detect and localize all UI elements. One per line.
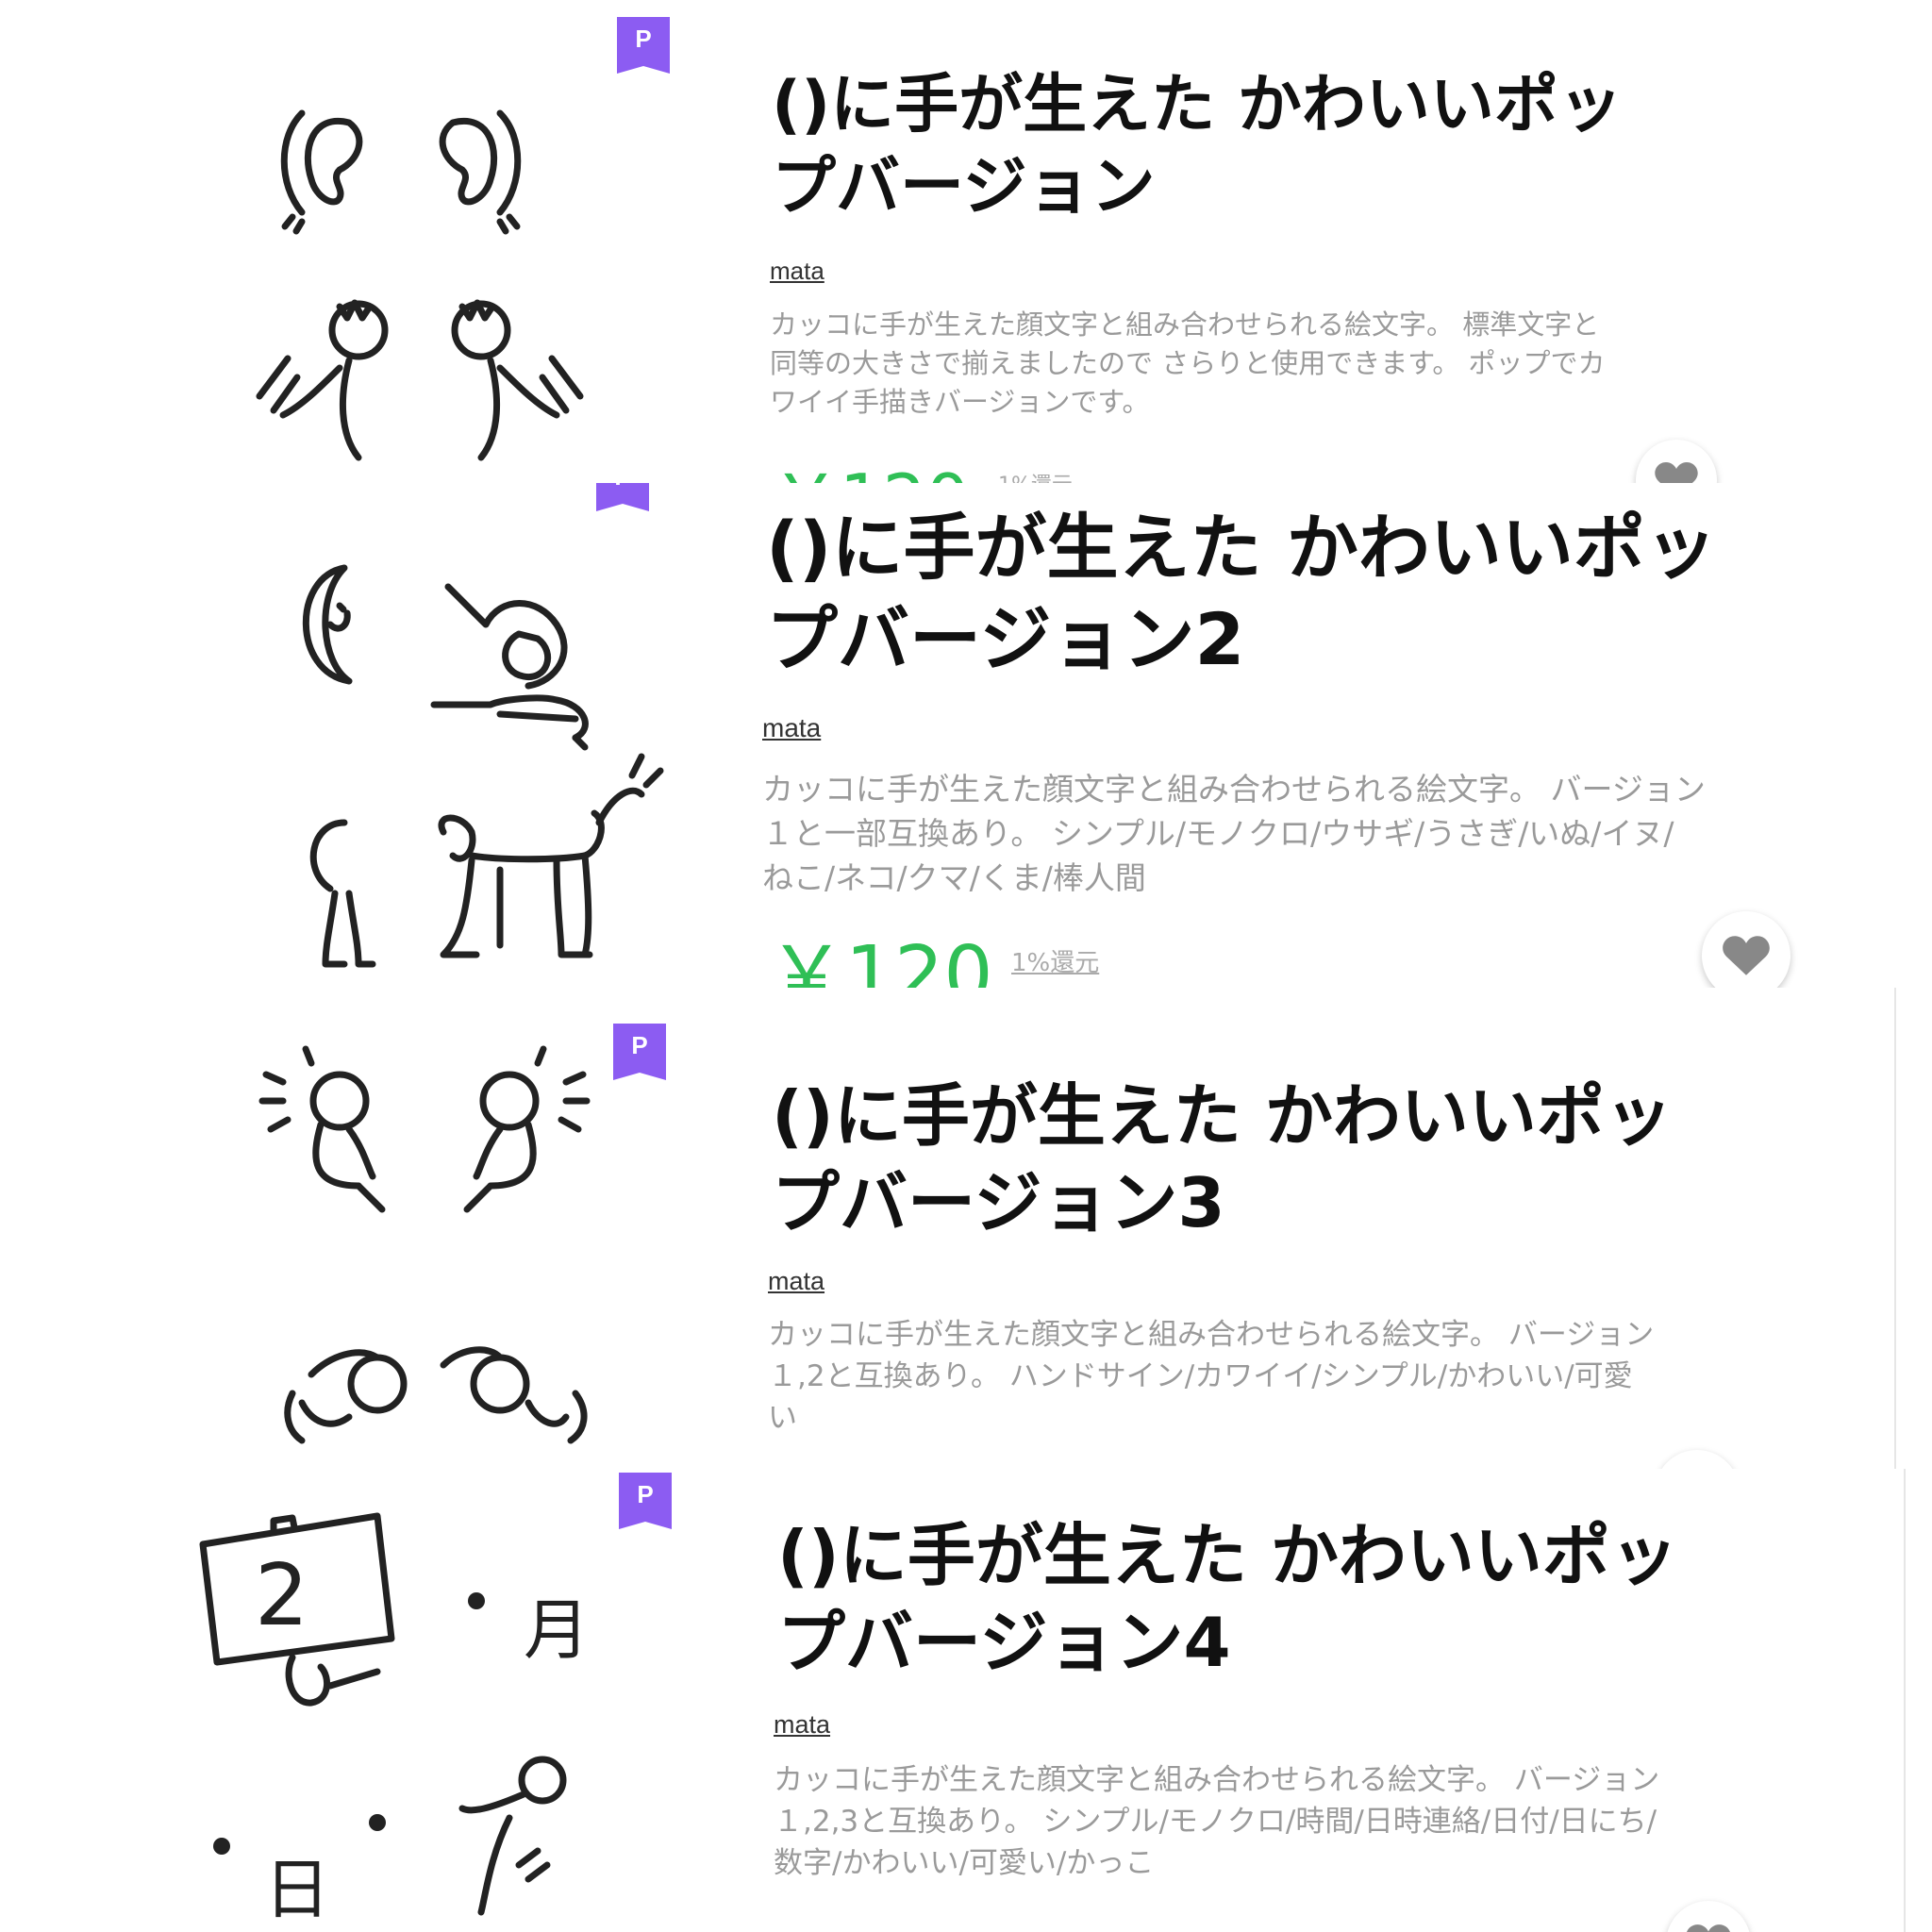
title-line: ()に手が生えた かわいいポッ xyxy=(772,68,1623,142)
divider-line xyxy=(1894,988,1896,1469)
moon-face-icon xyxy=(302,564,353,685)
title-line: ()に手が生えた かわいいポッ xyxy=(772,1076,1673,1156)
sticker-preview xyxy=(255,1044,632,1469)
tumbling-figure-icon xyxy=(284,1349,408,1444)
title-line: プバージョン2 xyxy=(766,597,1245,682)
description-line: カッコに手が生えた顔文字と組み合わせられる絵文字。 バージョン xyxy=(774,1763,1660,1797)
favorite-button[interactable] xyxy=(1666,1901,1751,1932)
list-item[interactable]: 2 月 日 P ()に手が生えた かわいいポッ プバージョン4 mata カッコ… xyxy=(0,1469,1932,1932)
list-item[interactable]: P ()に手が生えた かわいいポッ プバージョン3 mata カッコに手が生えた… xyxy=(0,988,1932,1469)
item-description: カッコに手が生えた顔文字と組み合わせられる絵文字。 バージョン １と一部互換あり… xyxy=(762,768,1894,901)
dot xyxy=(468,1592,485,1609)
ear-icon xyxy=(439,109,522,235)
description-line: 同等の大きさで揃えましたので さらりと使用できます。 ポップでカ xyxy=(770,347,1606,380)
author-link[interactable]: mata xyxy=(768,1267,824,1296)
description-line: カッコに手が生えた顔文字と組み合わせられる絵文字。 バージョン xyxy=(768,1318,1655,1352)
heart-icon xyxy=(1655,1450,1740,1469)
price: ￥120 xyxy=(768,930,993,988)
cheering-figure-icon xyxy=(258,1045,386,1213)
item-description: カッコに手が生えた顔文字と組み合わせられる絵文字。 標準文字と 同等の大きさで揃… xyxy=(770,306,1855,423)
sticker-preview xyxy=(245,85,623,481)
title-line: プバージョン xyxy=(772,150,1156,225)
author-link[interactable]: mata xyxy=(770,257,824,286)
dot xyxy=(369,1814,386,1831)
title-line: ()に手が生えた かわいいポッ xyxy=(777,1516,1678,1595)
kicking-figure-icon xyxy=(458,1756,567,1916)
dot xyxy=(213,1838,230,1855)
item-description: カッコに手が生えた顔文字と組み合わせられる絵文字。 バージョン １,2,3と互換… xyxy=(774,1759,1896,1884)
art-label: 日 xyxy=(264,1851,330,1928)
art-label: 月 xyxy=(524,1591,590,1669)
description-line: １,2と互換あり。 ハンドサイン/カワイイ/シンプル/かわいい/可愛 xyxy=(768,1359,1633,1394)
angry-face-icon xyxy=(451,299,584,461)
divider-line xyxy=(1904,1469,1906,1932)
title-line: ()に手が生えた かわいいポッ xyxy=(766,506,1717,590)
animal-head-icon xyxy=(309,819,376,968)
cheering-figure-icon xyxy=(463,1045,591,1213)
list-item[interactable]: P ()に手が生えた かわいいポッ プバージョン mata カッコに手が生えた顔… xyxy=(0,0,1932,483)
description-line: １と一部互換あり。 シンプル/モノクロ/ウサギ/うさぎ/いぬ/イヌ/ xyxy=(762,814,1674,852)
description-line: カッコに手が生えた顔文字と組み合わせられる絵文字。 標準文字と xyxy=(770,308,1600,341)
title-line: プバージョン3 xyxy=(772,1163,1225,1243)
heart-icon xyxy=(1723,936,1770,975)
title-line: プバージョン4 xyxy=(777,1603,1231,1683)
favorite-button[interactable] xyxy=(1655,1450,1740,1469)
author-link[interactable]: mata xyxy=(774,1710,830,1740)
art-label: 2 xyxy=(255,1546,308,1645)
item-description: カッコに手が生えた顔文字と組み合わせられる絵文字。 バージョン １,2と互換あり… xyxy=(768,1314,1881,1439)
description-line: い xyxy=(768,1401,797,1436)
item-title[interactable]: ()に手が生えた かわいいポッ プバージョン2 xyxy=(766,502,1898,686)
dog-body-icon xyxy=(438,753,664,958)
description-line: 数字/かわいい/可愛い/かっこ xyxy=(774,1846,1155,1881)
item-title[interactable]: ()に手が生えた かわいいポッ プバージョン3 xyxy=(772,1073,1885,1246)
tumbling-figure-icon xyxy=(440,1346,588,1444)
premium-badge: P xyxy=(617,17,670,74)
description-line: ワイイ手描きバージョンです。 xyxy=(770,386,1150,419)
description-line: １,2,3と互換あり。 シンプル/モノクロ/時間/日時連絡/日付/日にち/ xyxy=(774,1805,1657,1840)
ear-icon xyxy=(280,109,363,235)
author-link[interactable]: mata xyxy=(762,713,821,743)
premium-badge: P xyxy=(619,1473,672,1529)
favorite-button[interactable] xyxy=(1636,440,1717,483)
premium-badge: P xyxy=(613,1024,666,1080)
price: ￥120 xyxy=(772,443,969,483)
bowing-figure-icon xyxy=(430,583,589,751)
angry-face-icon xyxy=(256,299,389,461)
list-item[interactable]: P xyxy=(0,483,1932,988)
heart-icon xyxy=(1655,462,1698,483)
sticker-preview xyxy=(274,511,670,983)
item-title[interactable]: ()に手が生えた かわいいポッ プバージョン xyxy=(772,64,1857,228)
rebate-label[interactable]: 1%還元 xyxy=(1011,943,1099,978)
description-line: カッコに手が生えた顔文字と組み合わせられる絵文字。 バージョン xyxy=(762,771,1706,808)
item-title[interactable]: ()に手が生えた かわいいポッ プバージョン4 xyxy=(777,1512,1900,1686)
heart-icon xyxy=(1687,1924,1730,1932)
premium-badge: P xyxy=(596,483,649,511)
sticker-preview: 2 月 日 xyxy=(189,1497,641,1931)
favorite-button[interactable] xyxy=(1702,911,1790,988)
rebate-label[interactable]: 1%還元 xyxy=(998,468,1073,483)
description-line: ねこ/ネコ/クマ/くま/棒人間 xyxy=(762,858,1146,896)
